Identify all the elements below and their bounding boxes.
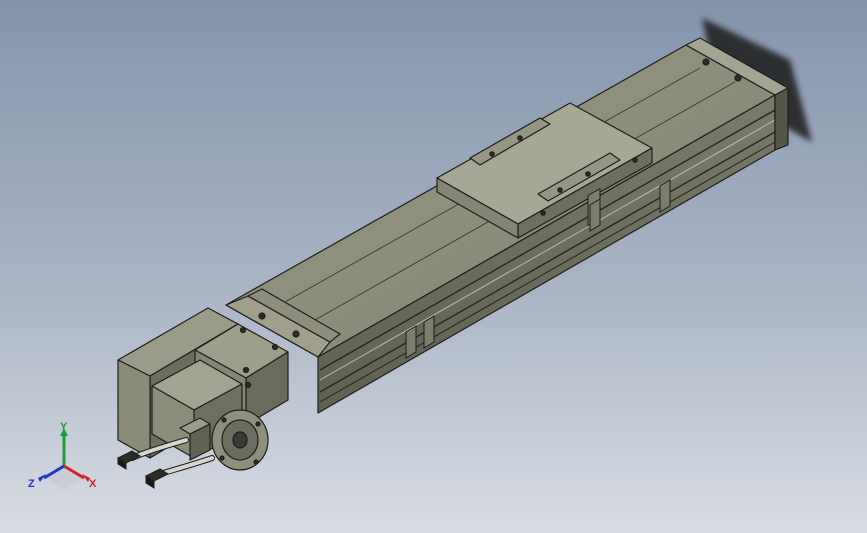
bolt-head — [242, 366, 250, 374]
bolt-head — [489, 151, 495, 157]
sensor-bracket — [659, 179, 671, 213]
bolt-head — [219, 455, 225, 461]
encoder-cable — [158, 456, 214, 476]
bolt-head — [253, 459, 259, 465]
rail-far-end-side — [774, 87, 789, 151]
x-axis-label: X — [89, 478, 97, 490]
z-axis-label: Z — [28, 478, 35, 490]
bolt-head — [540, 210, 546, 216]
bolt-head — [585, 171, 591, 177]
bolt-head — [244, 381, 252, 389]
mounting-hole — [292, 330, 300, 338]
sensor-bracket — [589, 198, 601, 232]
triad-plane — [45, 466, 84, 490]
cad-viewport[interactable]: Y X Z — [0, 0, 867, 533]
mounting-hole — [734, 74, 742, 82]
bolt-head — [239, 326, 247, 334]
bolt-head — [221, 417, 227, 423]
sensor-bracket — [423, 315, 435, 349]
y-axis-label: Y — [60, 421, 68, 433]
cad-scene[interactable]: Y X Z — [0, 0, 867, 533]
bolt-head — [517, 135, 523, 141]
coordinate-triad: Y X Z — [28, 421, 97, 490]
mounting-hole — [258, 312, 266, 320]
bolt-head — [255, 421, 261, 427]
motor-flange-hub — [232, 431, 248, 449]
bolt-head — [271, 343, 279, 351]
sensor-bracket — [405, 325, 417, 359]
bolt-head — [557, 187, 563, 193]
bolt-head — [632, 157, 638, 163]
mounting-hole — [702, 58, 710, 66]
